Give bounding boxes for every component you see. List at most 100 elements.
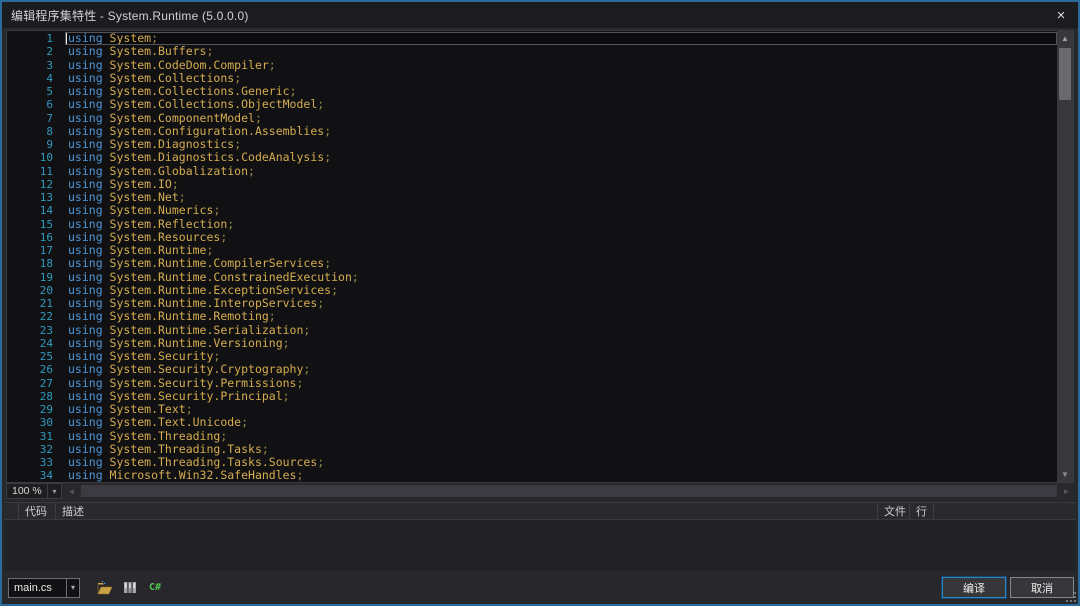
- code-text[interactable]: using System.Security.Principal;: [65, 390, 1057, 403]
- code-line[interactable]: 19using System.Runtime.ConstrainedExecut…: [7, 271, 1057, 284]
- code-text[interactable]: using System.Numerics;: [65, 204, 1057, 217]
- code-text[interactable]: using System.Threading.Tasks;: [65, 443, 1057, 456]
- code-line[interactable]: 22using System.Runtime.Remoting;: [7, 310, 1057, 323]
- code-line[interactable]: 10using System.Diagnostics.CodeAnalysis;: [7, 151, 1057, 164]
- code-line[interactable]: 23using System.Runtime.Serialization;: [7, 324, 1057, 337]
- code-text[interactable]: using System.Threading.Tasks.Sources;: [65, 456, 1057, 469]
- code-text[interactable]: using System.Globalization;: [65, 165, 1057, 178]
- code-text[interactable]: using System.Runtime.Remoting;: [65, 310, 1057, 323]
- code-line[interactable]: 34using Microsoft.Win32.SafeHandles;: [7, 469, 1057, 482]
- code-text[interactable]: using System.Runtime.CompilerServices;: [65, 257, 1057, 270]
- code-line[interactable]: 16using System.Resources;: [7, 231, 1057, 244]
- code-line[interactable]: 31using System.Threading;: [7, 430, 1057, 443]
- code-text[interactable]: using System.Diagnostics.CodeAnalysis;: [65, 151, 1057, 164]
- code-line[interactable]: 14using System.Numerics;: [7, 204, 1057, 217]
- csharp-file-icon[interactable]: C#: [147, 580, 163, 596]
- column-severity-icon[interactable]: [4, 503, 19, 519]
- code-text[interactable]: using System.Resources;: [65, 231, 1057, 244]
- code-text[interactable]: using System.Diagnostics;: [65, 138, 1057, 151]
- code-text[interactable]: using System.Runtime.InteropServices;: [65, 297, 1057, 310]
- code-line[interactable]: 3using System.CodeDom.Compiler;: [7, 59, 1057, 72]
- scroll-left-icon[interactable]: ◄: [64, 483, 79, 499]
- vertical-scrollbar[interactable]: ▲ ▼: [1057, 31, 1073, 482]
- line-number: 24: [7, 337, 65, 350]
- code-text[interactable]: using System.Collections;: [65, 72, 1057, 85]
- keyword-token: using: [68, 97, 103, 111]
- code-text[interactable]: using System.IO;: [65, 178, 1057, 191]
- scroll-right-icon[interactable]: ►: [1059, 483, 1074, 499]
- vertical-scrollbar-thumb[interactable]: [1059, 48, 1071, 100]
- code-text[interactable]: using System.Threading;: [65, 430, 1057, 443]
- code-line[interactable]: 17using System.Runtime;: [7, 244, 1057, 257]
- error-list[interactable]: [4, 520, 1076, 571]
- code-line[interactable]: 6using System.Collections.ObjectModel;: [7, 98, 1057, 111]
- zoom-level-select[interactable]: 100 % ▾: [6, 483, 62, 499]
- code-line[interactable]: 29using System.Text;: [7, 403, 1057, 416]
- code-text[interactable]: using System.ComponentModel;: [65, 112, 1057, 125]
- code-text[interactable]: using System.Security;: [65, 350, 1057, 363]
- code-line[interactable]: 13using System.Net;: [7, 191, 1057, 204]
- code-line[interactable]: 9using System.Diagnostics;: [7, 138, 1057, 151]
- code-lines[interactable]: 1using System;2using System.Buffers;3usi…: [7, 31, 1057, 482]
- code-line[interactable]: 11using System.Globalization;: [7, 165, 1057, 178]
- code-line[interactable]: 1using System;: [7, 32, 1057, 45]
- code-line[interactable]: 2using System.Buffers;: [7, 45, 1057, 58]
- code-text[interactable]: using System.Runtime.ConstrainedExecutio…: [65, 271, 1057, 284]
- cancel-button[interactable]: 取消: [1010, 577, 1074, 598]
- code-text[interactable]: using System.Collections.ObjectModel;: [65, 98, 1057, 111]
- code-line[interactable]: 20using System.Runtime.ExceptionServices…: [7, 284, 1057, 297]
- code-line[interactable]: 18using System.Runtime.CompilerServices;: [7, 257, 1057, 270]
- code-text[interactable]: using System.Configuration.Assemblies;: [65, 125, 1057, 138]
- code-line[interactable]: 26using System.Security.Cryptography;: [7, 363, 1057, 376]
- code-text[interactable]: using Microsoft.Win32.SafeHandles;: [65, 469, 1057, 482]
- code-line[interactable]: 15using System.Reflection;: [7, 218, 1057, 231]
- code-line[interactable]: 21using System.Runtime.InteropServices;: [7, 297, 1057, 310]
- scroll-down-icon[interactable]: ▼: [1057, 467, 1073, 482]
- file-name-select[interactable]: main.cs ▾: [8, 578, 80, 598]
- horizontal-scrollbar-thumb[interactable]: [81, 485, 1057, 497]
- code-line[interactable]: 12using System.IO;: [7, 178, 1057, 191]
- code-text[interactable]: using System.Runtime;: [65, 244, 1057, 257]
- code-editor[interactable]: 1using System;2using System.Buffers;3usi…: [6, 30, 1074, 483]
- line-number: 4: [7, 72, 65, 85]
- close-icon[interactable]: ×: [1044, 2, 1078, 28]
- line-number: 22: [7, 310, 65, 323]
- code-text[interactable]: using System.Security.Permissions;: [65, 377, 1057, 390]
- code-text[interactable]: using System.Buffers;: [65, 45, 1057, 58]
- code-line[interactable]: 25using System.Security;: [7, 350, 1057, 363]
- code-text[interactable]: using System.CodeDom.Compiler;: [65, 59, 1057, 72]
- horizontal-scrollbar[interactable]: ◄ ►: [64, 483, 1074, 499]
- code-line[interactable]: 30using System.Text.Unicode;: [7, 416, 1057, 429]
- code-line[interactable]: 5using System.Collections.Generic;: [7, 85, 1057, 98]
- compile-button[interactable]: 编译: [942, 577, 1006, 598]
- code-line[interactable]: 27using System.Security.Permissions;: [7, 377, 1057, 390]
- code-line[interactable]: 4using System.Collections;: [7, 72, 1057, 85]
- code-line[interactable]: 8using System.Configuration.Assemblies;: [7, 125, 1057, 138]
- code-text[interactable]: using System.Collections.Generic;: [65, 85, 1057, 98]
- code-line[interactable]: 33using System.Threading.Tasks.Sources;: [7, 456, 1057, 469]
- code-line[interactable]: 7using System.ComponentModel;: [7, 112, 1057, 125]
- resize-grip-icon[interactable]: [1066, 592, 1077, 603]
- column-line[interactable]: 行: [910, 503, 934, 519]
- code-text[interactable]: using System.Runtime.Serialization;: [65, 324, 1057, 337]
- code-text[interactable]: using System.Runtime.ExceptionServices;: [65, 284, 1057, 297]
- scroll-up-icon[interactable]: ▲: [1057, 31, 1073, 46]
- code-text[interactable]: using System;: [65, 32, 1057, 45]
- code-line[interactable]: 28using System.Security.Principal;: [7, 390, 1057, 403]
- chevron-down-icon[interactable]: ▾: [47, 484, 61, 498]
- code-text[interactable]: using System.Security.Cryptography;: [65, 363, 1057, 376]
- open-file-icon[interactable]: [97, 580, 113, 596]
- column-description[interactable]: 描述: [56, 503, 878, 519]
- code-line[interactable]: 24using System.Runtime.Versioning;: [7, 337, 1057, 350]
- code-text[interactable]: using System.Text;: [65, 403, 1057, 416]
- library-references-icon[interactable]: [122, 580, 138, 596]
- code-text[interactable]: using System.Text.Unicode;: [65, 416, 1057, 429]
- code-text[interactable]: using System.Reflection;: [65, 218, 1057, 231]
- code-text[interactable]: using System.Runtime.Versioning;: [65, 337, 1057, 350]
- column-file[interactable]: 文件: [878, 503, 910, 519]
- code-line[interactable]: 32using System.Threading.Tasks;: [7, 443, 1057, 456]
- column-code[interactable]: 代码: [19, 503, 56, 519]
- chevron-down-icon[interactable]: ▾: [66, 579, 79, 597]
- namespace-token: System.Buffers: [103, 44, 207, 58]
- code-text[interactable]: using System.Net;: [65, 191, 1057, 204]
